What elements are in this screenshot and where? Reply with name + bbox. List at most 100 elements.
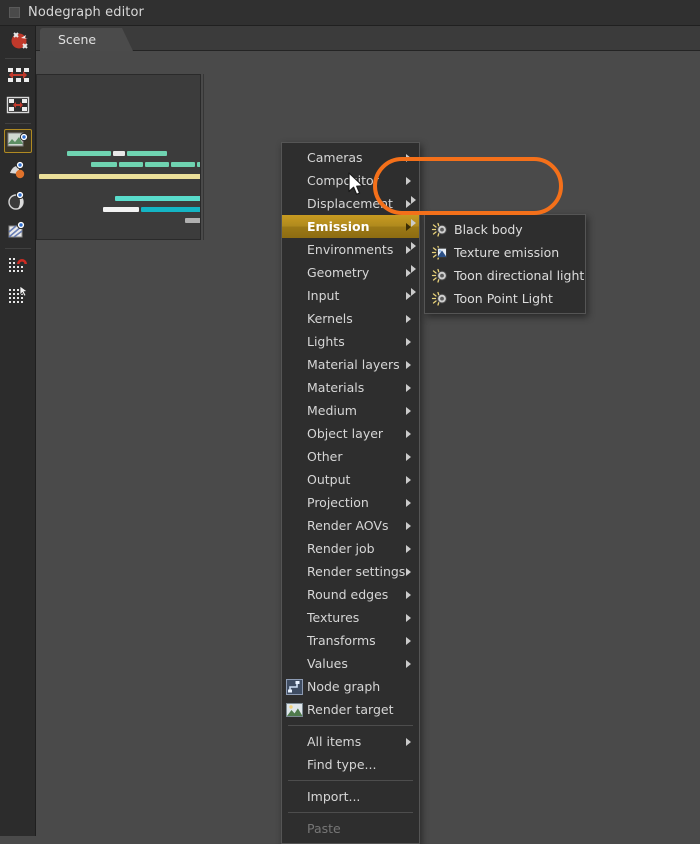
rail-separator-1 xyxy=(5,58,31,59)
menu-item-kernels[interactable]: Kernels xyxy=(282,307,419,330)
nodegraph-node[interactable] xyxy=(185,218,200,223)
menu-item-geometry[interactable]: Geometry xyxy=(282,261,419,284)
menu-item-label: Cameras xyxy=(307,150,363,165)
chevron-right-icon xyxy=(406,383,411,392)
sidebar-item-align-grid[interactable] xyxy=(0,91,36,121)
submenu-item-toon-directional-light[interactable]: Toon directional light xyxy=(425,264,585,287)
sidebar-item-material-preview[interactable] xyxy=(0,156,36,186)
chevron-right-icon xyxy=(406,590,411,599)
menu-item-input[interactable]: Input xyxy=(282,284,419,307)
menu-item-label: Material layers xyxy=(307,357,400,372)
menu-item-label: All items xyxy=(307,734,362,749)
nodegraph-node[interactable] xyxy=(119,162,143,167)
menu-item-render-settings[interactable]: Render settings xyxy=(282,560,419,583)
chevron-right-icon xyxy=(406,521,411,530)
parent-arrow-ghost-3 xyxy=(411,242,416,250)
menu-item-render-target[interactable]: Render target xyxy=(282,698,419,721)
nodegraph-node[interactable] xyxy=(115,196,200,201)
tab-scene[interactable]: Scene xyxy=(40,28,134,51)
menu-item-node-graph[interactable]: Node graph xyxy=(282,675,419,698)
menu-item-render-job[interactable]: Render job xyxy=(282,537,419,560)
window-titlebar: Nodegraph editor xyxy=(0,0,700,26)
submenu-item-label: Toon Point Light xyxy=(454,291,553,306)
nodegraph-canvas[interactable]: Cameras Compositor Displacement Emission Env… xyxy=(36,51,700,844)
emission-lamp-icon xyxy=(431,291,449,307)
unlink-nodes-icon xyxy=(7,30,29,53)
menu-item-material-layers[interactable]: Material layers xyxy=(282,353,419,376)
submenu-item-texture-emission[interactable]: Texture emission xyxy=(425,241,585,264)
menu-item-label: Displacement xyxy=(307,196,393,211)
parent-arrow-ghost-1 xyxy=(411,196,416,204)
chevron-right-icon xyxy=(406,429,411,438)
menu-item-medium[interactable]: Medium xyxy=(282,399,419,422)
chevron-right-icon xyxy=(406,613,411,622)
parent-arrow-ghost-2 xyxy=(411,219,416,227)
sidebar-item-show-image[interactable] xyxy=(0,126,36,156)
menu-item-projection[interactable]: Projection xyxy=(282,491,419,514)
chevron-right-icon xyxy=(406,452,411,461)
menu-item-find-type[interactable]: Find type... xyxy=(282,753,419,776)
nodegraph-node[interactable] xyxy=(145,162,169,167)
sidebar-item-snap-magnet[interactable] xyxy=(0,251,36,281)
magnet-grid-icon xyxy=(7,255,29,278)
sidebar-item-sphere-preview[interactable] xyxy=(0,186,36,216)
menu-item-textures[interactable]: Textures xyxy=(282,606,419,629)
sidebar-item-align-horizontal[interactable] xyxy=(0,61,36,91)
context-menu[interactable]: Cameras Compositor Displacement Emission Env… xyxy=(281,142,420,844)
menu-item-label: Paste xyxy=(307,821,341,836)
menu-item-other[interactable]: Other xyxy=(282,445,419,468)
emission-submenu[interactable]: Black body Texture emission Toon direction… xyxy=(424,214,586,314)
nodegraph-node[interactable] xyxy=(103,207,139,212)
nodegraph-node[interactable] xyxy=(91,162,117,167)
nodegraph-node[interactable] xyxy=(39,174,200,179)
menu-item-label: Output xyxy=(307,472,351,487)
submenu-item-toon-point-light[interactable]: Toon Point Light xyxy=(425,287,585,310)
menu-item-environments[interactable]: Environments xyxy=(282,238,419,261)
menu-item-round-edges[interactable]: Round edges xyxy=(282,583,419,606)
chevron-right-icon xyxy=(406,337,411,346)
menu-item-values[interactable]: Values xyxy=(282,652,419,675)
grid-cursor-icon xyxy=(7,284,29,308)
sidebar-item-unlink-nodes[interactable] xyxy=(0,26,36,56)
menu-item-displacement[interactable]: Displacement xyxy=(282,192,419,215)
nodegraph-node[interactable] xyxy=(113,151,125,156)
menu-item-label: Render settings xyxy=(307,564,406,579)
sidebar-item-grid-toggle[interactable] xyxy=(0,281,36,311)
menu-item-emission[interactable]: Emission xyxy=(282,215,419,238)
render-target-icon xyxy=(286,702,303,718)
menu-item-label: Import... xyxy=(307,789,361,804)
sphere-preview-icon xyxy=(7,190,29,213)
chevron-right-icon xyxy=(406,406,411,415)
material-ball-icon xyxy=(7,160,29,183)
menu-item-label: Compositor xyxy=(307,173,379,188)
menu-item-label: Transforms xyxy=(307,633,376,648)
menu-item-all-items[interactable]: All items xyxy=(282,730,419,753)
menu-item-render-aovs[interactable]: Render AOVs xyxy=(282,514,419,537)
menu-item-transforms[interactable]: Transforms xyxy=(282,629,419,652)
window-square-icon xyxy=(9,7,20,18)
nodegraph-node[interactable] xyxy=(127,151,167,156)
chevron-right-icon xyxy=(406,567,411,576)
menu-item-object-layer[interactable]: Object layer xyxy=(282,422,419,445)
submenu-item-label: Texture emission xyxy=(454,245,560,260)
chevron-right-icon xyxy=(406,737,411,746)
menu-separator xyxy=(288,780,413,781)
menu-item-label: Projection xyxy=(307,495,369,510)
menu-item-output[interactable]: Output xyxy=(282,468,419,491)
menu-item-label: Render target xyxy=(307,702,394,717)
chevron-right-icon xyxy=(406,498,411,507)
nodegraph-preview-panel[interactable] xyxy=(36,74,201,240)
submenu-item-black-body[interactable]: Black body xyxy=(425,218,585,241)
chevron-right-icon xyxy=(406,176,411,185)
nodegraph-node[interactable] xyxy=(171,162,195,167)
nodegraph-node[interactable] xyxy=(197,162,200,167)
nodegraph-node[interactable] xyxy=(67,151,111,156)
chevron-right-icon xyxy=(406,153,411,162)
sidebar-item-texture-preview[interactable] xyxy=(0,216,36,246)
menu-item-materials[interactable]: Materials xyxy=(282,376,419,399)
menu-item-compositor[interactable]: Compositor xyxy=(282,169,419,192)
nodegraph-node[interactable] xyxy=(141,207,200,212)
menu-item-cameras[interactable]: Cameras xyxy=(282,146,419,169)
menu-item-lights[interactable]: Lights xyxy=(282,330,419,353)
menu-item-import[interactable]: Import... xyxy=(282,785,419,808)
